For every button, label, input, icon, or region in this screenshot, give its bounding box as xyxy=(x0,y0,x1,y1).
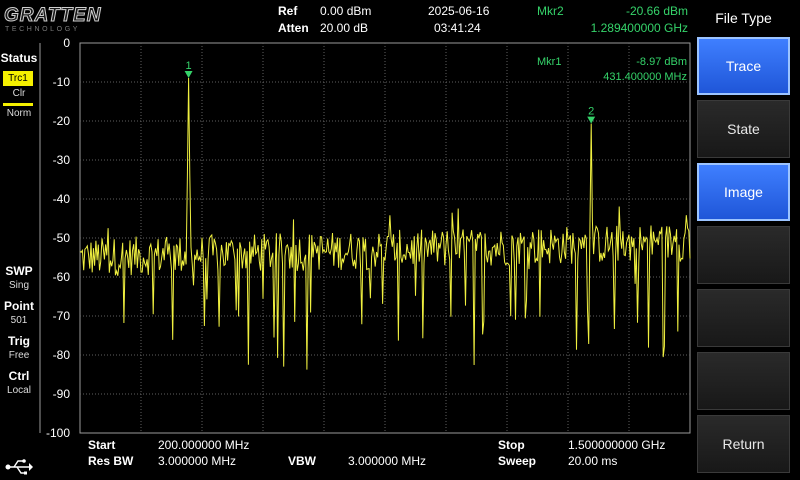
mkr1-level: -8.97 dBm xyxy=(636,56,687,68)
softkey-trace[interactable]: Trace xyxy=(697,37,790,95)
vbw-label: VBW xyxy=(288,454,316,468)
y-tick-label: -60 xyxy=(53,270,71,284)
y-tick-label: -70 xyxy=(53,309,71,323)
marker-1-tag: 1 xyxy=(186,60,192,72)
y-tick-label: -50 xyxy=(53,231,71,245)
sweep-value[interactable]: 20.00 ms xyxy=(568,454,617,468)
softkey-return[interactable]: Return xyxy=(697,415,790,473)
marker-2-tag: 2 xyxy=(588,106,594,118)
plot-grid xyxy=(39,42,691,434)
y-tick-label: -90 xyxy=(53,387,71,401)
sweep-label: Sweep xyxy=(498,454,537,468)
mkr1-label: Mkr1 xyxy=(537,56,561,68)
y-tick-label: 0 xyxy=(63,36,70,50)
marker-1-icon xyxy=(184,70,193,78)
vbw-value[interactable]: 3.000000 MHz xyxy=(348,454,426,468)
rbw-label: Res BW xyxy=(88,454,134,468)
menu-title: File Type xyxy=(715,10,772,26)
rbw-value[interactable]: 3.000000 MHz xyxy=(158,454,236,468)
start-value[interactable]: 200.000000 MHz xyxy=(158,438,249,452)
stop-label: Stop xyxy=(498,438,525,452)
y-tick-label: -40 xyxy=(53,192,71,206)
softkey-blank-3[interactable] xyxy=(697,352,790,410)
stop-value[interactable]: 1.500000000 GHz xyxy=(568,438,665,452)
y-tick-label: -20 xyxy=(53,114,71,128)
marker-layer: 12 xyxy=(184,60,596,124)
softkey-blank-1[interactable] xyxy=(697,226,790,284)
y-tick-label: -30 xyxy=(53,153,71,167)
usb-icon xyxy=(5,459,33,475)
mkr1-frequency: 431.400000 MHz xyxy=(603,71,687,83)
y-tick-label: -80 xyxy=(53,348,71,362)
start-label: Start xyxy=(88,438,116,452)
y-axis-ticks: 0 -10 -20 -30 -40 -50 -60 -70 -80 -90 -100 xyxy=(46,36,70,440)
spectrum-plot[interactable]: 0-10-20-30-40-50-60-70-80-90-100 12 Mkr1… xyxy=(0,0,800,480)
softkey-image[interactable]: Image xyxy=(697,163,790,221)
y-tick-label: -100 xyxy=(46,426,70,440)
marker-2-icon xyxy=(587,116,596,124)
softkey-blank-2[interactable] xyxy=(697,289,790,347)
softkey-state[interactable]: State xyxy=(697,100,790,158)
y-tick-label: -10 xyxy=(53,75,71,89)
